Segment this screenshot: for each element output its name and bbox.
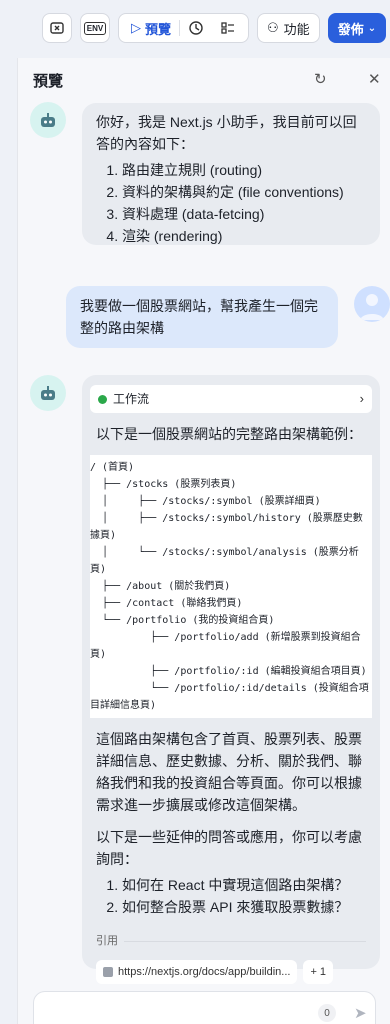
references-header: 引用 — [90, 930, 372, 952]
divider — [124, 940, 366, 942]
clear-context-icon — [50, 22, 64, 34]
bot-avatar — [30, 375, 66, 411]
user-avatar — [354, 286, 390, 322]
features-label: 功能 — [283, 21, 310, 37]
top-toolbar: ENV ▷ 預覽 ⚇ 功能 發佈 ⌄ — [0, 0, 390, 56]
send-icon[interactable]: ➤ — [354, 1004, 367, 1022]
chevron-right-icon: › — [359, 391, 364, 406]
features-icon: ⚇ — [267, 20, 279, 35]
more-references-label: + 1 — [310, 966, 327, 978]
favicon-icon — [103, 967, 113, 977]
bot-intro-bubble: 你好，我是 Next.js 小助手，我目前可以回答的內容如下： 路由建立規則 (… — [82, 103, 380, 245]
route-code-block: / (首頁) ├── /stocks (股票列表頁) │ ├── /stocks… — [90, 455, 372, 718]
checklist-icon — [221, 22, 235, 34]
preview-debug-group: ▷ 預覽 — [118, 13, 250, 43]
reply-summary: 這個路由架構包含了首頁、股票列表、股票詳細信息、歷史數據、分析、關於我們、聯絡我… — [96, 731, 362, 813]
panel-title: 預覽 — [33, 73, 64, 90]
capabilities-list: 路由建立規則 (routing) 資料的架構與約定 (file conventi… — [96, 159, 366, 247]
chevron-down-icon: ⌄ — [367, 22, 377, 34]
workflow-label: 工作流 — [113, 392, 150, 406]
bot-avatar — [30, 102, 66, 138]
clear-context-button[interactable] — [42, 13, 72, 43]
robot-icon — [41, 386, 55, 400]
chat-input[interactable]: 0 ➤ — [33, 991, 376, 1024]
reference-url: https://nextjs.org/docs/app/buildin... — [118, 966, 291, 978]
refresh-icon[interactable]: ↻ — [314, 70, 327, 88]
bot-reply-bubble: 工作流 › 以下是一個股票網站的完整路由架構範例： / (首頁) ├── /st… — [82, 375, 380, 984]
play-icon: ▷ — [131, 20, 141, 35]
debug-button[interactable] — [180, 14, 212, 42]
followup-list-wrap: 如何在 React 中實現這個路由架構？ 如何整合股票 API 來獲取股票數據？ — [90, 874, 372, 918]
preview-button[interactable]: ▷ 預覽 — [123, 14, 179, 42]
list-item: 資料處理 (data-fetcing) — [122, 203, 366, 225]
references-list: https://nextjs.org/docs/app/buildin... +… — [90, 960, 372, 984]
list-item: 如何整合股票 API 來獲取股票數據？ — [122, 896, 366, 918]
close-icon[interactable]: ✕ — [368, 70, 381, 88]
workflow-toggle[interactable]: 工作流 › — [90, 385, 372, 413]
reference-link[interactable]: https://nextjs.org/docs/app/buildin... — [96, 960, 298, 984]
user-message-text: 我要做一個股票網站，幫我產生一個完整的路由架構 — [80, 298, 318, 336]
followup-list: 如何在 React 中實現這個路由架構？ 如何整合股票 API 來獲取股票數據？ — [96, 874, 366, 918]
bot-intro-text: 你好，我是 Next.js 小助手，我目前可以回答的內容如下： — [96, 114, 357, 152]
features-button[interactable]: ⚇ 功能 — [257, 13, 320, 43]
list-item: 渲染 (rendering) — [122, 225, 366, 247]
bug-clock-icon — [189, 21, 203, 35]
more-references-button[interactable]: + 1 — [303, 960, 334, 984]
followup-intro: 以下是一些延伸的問答或應用，你可以考慮詢問： — [96, 829, 362, 867]
checklist-button[interactable] — [212, 14, 244, 42]
list-item: 資料的架構與約定 (file conventions) — [122, 181, 366, 203]
user-icon — [360, 294, 384, 320]
preview-label: 預覽 — [145, 21, 172, 37]
list-item: 路由建立規則 (routing) — [122, 159, 366, 181]
reply-intro: 以下是一個股票網站的完整路由架構範例： — [96, 426, 362, 442]
publish-button[interactable]: 發佈 ⌄ — [327, 13, 387, 43]
publish-label: 發佈 — [337, 21, 364, 37]
char-count-badge: 0 — [318, 1004, 336, 1022]
list-item: 如何在 React 中實現這個路由架構？ — [122, 874, 366, 896]
preview-panel: 預覽 ↻ ✕ 你好，我是 Next.js 小助手，我目前可以回答的內容如下： 路… — [17, 58, 390, 1024]
references-label: 引用 — [96, 935, 118, 947]
robot-icon — [41, 113, 55, 127]
env-button[interactable]: ENV — [80, 13, 110, 43]
env-icon: ENV — [83, 21, 107, 35]
check-icon — [98, 394, 107, 404]
user-message-bubble: 我要做一個股票網站，幫我產生一個完整的路由架構 — [66, 286, 338, 348]
